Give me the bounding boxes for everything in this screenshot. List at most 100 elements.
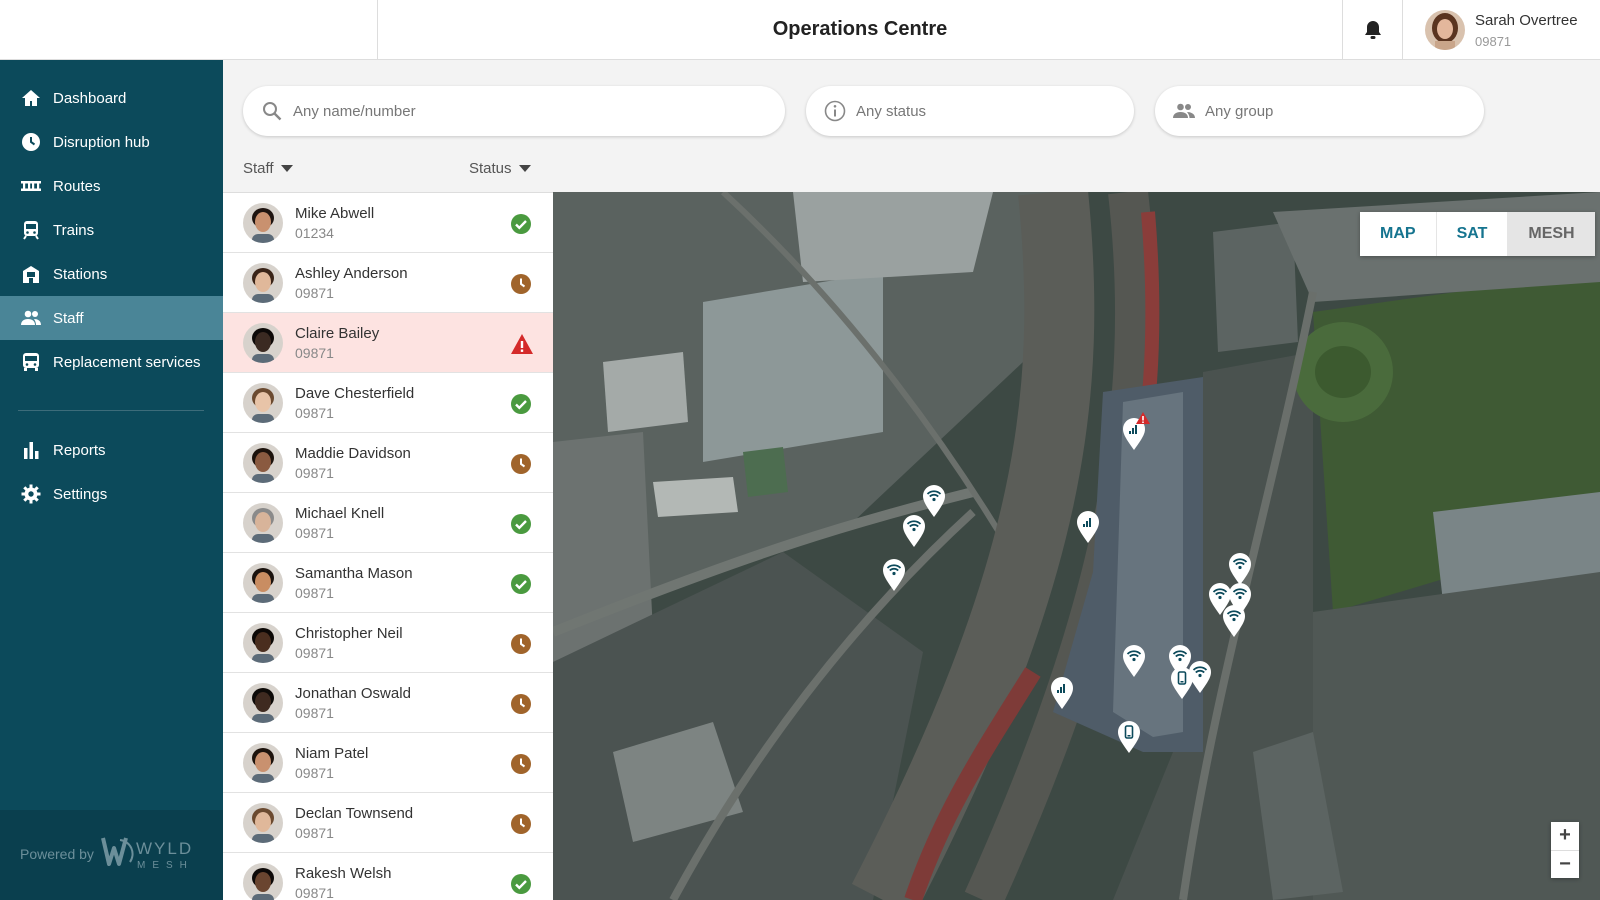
alert-icon: [1136, 412, 1150, 424]
staff-row[interactable]: Dave Chesterfield 09871: [223, 373, 553, 433]
user-profile[interactable]: Sarah Overtree 09871: [1403, 0, 1600, 60]
avatar: [243, 443, 283, 483]
map-mode-map[interactable]: MAP: [1360, 212, 1437, 256]
sidebar-item-settings[interactable]: Settings: [0, 472, 223, 516]
staff-name: Michael Knell: [295, 505, 385, 522]
train-icon: [21, 220, 41, 240]
staff-row[interactable]: Rakesh Welsh 09871: [223, 853, 553, 900]
sidebar-item-label: Trains: [53, 221, 95, 239]
gear-icon: [21, 484, 41, 504]
sidebar-item-staff[interactable]: Staff: [0, 296, 223, 340]
staff-name: Jonathan Oswald: [295, 685, 411, 702]
sidebar-item-reports[interactable]: Reports: [0, 428, 223, 472]
avatar: [243, 863, 283, 900]
avatar: [243, 263, 283, 303]
staff-name: Niam Patel: [295, 745, 369, 762]
name-search-filter[interactable]: [243, 86, 785, 136]
clock-icon: [510, 633, 532, 655]
sidebar-item-routes[interactable]: Routes: [0, 164, 223, 208]
staff-name: Rakesh Welsh: [295, 865, 392, 882]
avatar: [243, 623, 283, 663]
wifi-marker[interactable]: [1221, 604, 1247, 638]
check-circle-icon: [510, 873, 532, 895]
header-brand-cell: [0, 0, 378, 60]
staff-number: 09871: [295, 825, 334, 841]
check-circle-icon: [510, 393, 532, 415]
status-column-sort[interactable]: Status: [469, 160, 531, 177]
sidebar-item-replacement-services[interactable]: Replacement services: [0, 340, 223, 384]
clock-icon: [510, 753, 532, 775]
staff-name: Christopher Neil: [295, 625, 403, 642]
sidebar-item-trains[interactable]: Trains: [0, 208, 223, 252]
map-mode-mesh[interactable]: MESH: [1508, 212, 1595, 256]
staff-number: 09871: [295, 585, 334, 601]
wifi-marker[interactable]: [1227, 552, 1253, 586]
sidebar-divider: [18, 410, 204, 411]
staff-row[interactable]: Jonathan Oswald 09871: [223, 673, 553, 733]
zoom-out-button[interactable]: −: [1551, 850, 1579, 878]
avatar: [243, 803, 283, 843]
powered-by: Powered by WYLD MESH: [0, 810, 223, 900]
staff-column-sort[interactable]: Staff: [243, 160, 293, 177]
bell-icon: [1364, 21, 1381, 39]
staff-name: Dave Chesterfield: [295, 385, 415, 402]
top-header: Operations Centre Sarah Overtree 09871: [0, 0, 1600, 60]
avatar: [1425, 10, 1465, 50]
warning-icon: [510, 333, 533, 355]
staff-number: 09871: [295, 765, 334, 781]
staff-row[interactable]: Christopher Neil 09871: [223, 613, 553, 673]
staff-number: 09871: [295, 285, 334, 301]
staff-list: Mike Abwell 01234 Ashley Anderson 09871 Clai…: [223, 192, 553, 900]
avatar: [243, 563, 283, 603]
zoom-in-button[interactable]: +: [1551, 822, 1579, 850]
staff-row[interactable]: Ashley Anderson 09871: [223, 253, 553, 313]
wifi-marker[interactable]: [1121, 644, 1147, 678]
avatar: [243, 683, 283, 723]
avatar: [243, 503, 283, 543]
people-icon: [21, 308, 41, 328]
staff-number: 09871: [295, 645, 334, 661]
sidebar-item-stations[interactable]: Stations: [0, 252, 223, 296]
staff-row[interactable]: Claire Bailey 09871: [223, 313, 553, 373]
status-filter[interactable]: [806, 86, 1134, 136]
map-mode-sat[interactable]: SAT: [1437, 212, 1509, 256]
staff-number: 01234: [295, 225, 334, 241]
staff-row[interactable]: Michael Knell 09871: [223, 493, 553, 553]
staff-number: 09871: [295, 705, 334, 721]
group-input[interactable]: [1205, 102, 1484, 120]
sidebar-item-dashboard[interactable]: Dashboard: [0, 76, 223, 120]
group-filter[interactable]: [1155, 86, 1484, 136]
wifi-marker[interactable]: [921, 484, 947, 518]
clock-icon: [510, 813, 532, 835]
check-circle-icon: [510, 213, 532, 235]
avatar: [243, 323, 283, 363]
staff-row[interactable]: Maddie Davidson 09871: [223, 433, 553, 493]
user-number: 09871: [1475, 34, 1512, 49]
staff-row[interactable]: Niam Patel 09871: [223, 733, 553, 793]
sidebar-item-label: Staff: [53, 309, 84, 327]
sidebar: Dashboard Disruption hub Routes Trains S…: [0, 60, 223, 900]
staff-row[interactable]: Samantha Mason 09871: [223, 553, 553, 613]
staff-number: 09871: [295, 345, 334, 361]
signal-marker[interactable]: [1075, 510, 1101, 544]
signal-marker[interactable]: [1049, 676, 1075, 710]
phone-marker[interactable]: [1116, 720, 1142, 754]
staff-row[interactable]: Declan Townsend 09871: [223, 793, 553, 853]
status-input[interactable]: [856, 102, 1134, 120]
map-view[interactable]: MAP SAT MESH + −: [553, 192, 1600, 900]
sidebar-item-disruption-hub[interactable]: Disruption hub: [0, 120, 223, 164]
staff-row[interactable]: Mike Abwell 01234: [223, 193, 553, 253]
sidebar-item-label: Stations: [53, 265, 108, 283]
staff-number: 09871: [295, 885, 334, 900]
wifi-marker[interactable]: [901, 514, 927, 548]
avatar: [243, 383, 283, 423]
notifications-button[interactable]: [1342, 0, 1403, 60]
sidebar-item-label: Reports: [53, 441, 106, 459]
clock-icon: [510, 273, 532, 295]
clock-icon: [21, 132, 41, 152]
zoom-controls: + −: [1551, 822, 1579, 878]
search-input[interactable]: [293, 102, 785, 120]
signal-marker[interactable]: [1121, 412, 1150, 451]
phone-marker[interactable]: [1169, 666, 1195, 700]
wifi-marker[interactable]: [881, 558, 907, 592]
